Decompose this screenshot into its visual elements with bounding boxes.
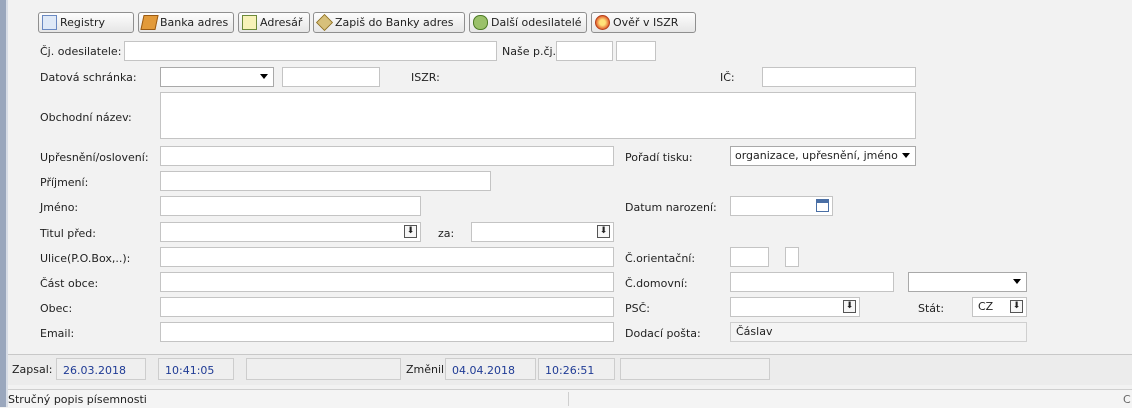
adresar-label: Adresář: [260, 16, 303, 29]
registry-label: Registry: [60, 16, 106, 29]
ulice-input[interactable]: [160, 247, 614, 267]
email-label: Email:: [40, 327, 75, 340]
prijmeni-label: Příjmení:: [40, 176, 89, 189]
c-orientacni-suffix-input[interactable]: [785, 247, 799, 267]
datum-narozeni-label: Datum narození:: [625, 201, 717, 214]
ic-label: IČ:: [720, 71, 735, 84]
chevron-down-icon: [902, 153, 910, 158]
cast-obce-input[interactable]: [160, 272, 614, 292]
c-orientacni-label: Č.orientační:: [625, 252, 696, 265]
address-book-icon: [140, 15, 159, 30]
left-border-inner: [6, 0, 8, 407]
poradi-tisku-label: Pořadí tisku:: [625, 151, 693, 164]
datova-schranka-select[interactable]: [160, 67, 274, 87]
nase-pcj-year-input[interactable]: [616, 41, 656, 61]
zapsal-date: 26.03.2018: [56, 358, 146, 380]
stat-input[interactable]: CZ ⬇: [972, 297, 1027, 317]
obchodni-nazev-label: Obchodní název:: [40, 111, 132, 124]
datum-narozeni-input[interactable]: [730, 196, 833, 216]
bottom-section: Stručný popis písemnosti C: [8, 389, 1132, 408]
dalsi-label: Další odesilatelé: [491, 16, 582, 29]
zapis-do-banky-button[interactable]: Zapiš do Banky adres: [313, 12, 465, 33]
obec-input[interactable]: [160, 297, 614, 317]
verify-icon: [595, 15, 610, 30]
zapis-label: Zapiš do Banky adres: [335, 16, 454, 29]
zmenil-date: 04.04.2018: [445, 358, 536, 380]
calendar-icon[interactable]: [816, 199, 829, 212]
datova-schranka-input[interactable]: [282, 67, 380, 87]
zapsal-user: [246, 358, 401, 380]
over-label: Ověř v ISZR: [613, 16, 679, 29]
download-arrow-icon[interactable]: ⬇: [597, 225, 610, 238]
c-orientacni-input[interactable]: [730, 247, 769, 267]
obchodni-nazev-input[interactable]: [160, 92, 916, 139]
prijmeni-input[interactable]: [160, 171, 491, 191]
download-arrow-icon[interactable]: ⬇: [1010, 300, 1023, 313]
stat-value: CZ: [978, 300, 994, 313]
cj-odesilatele-label: Čj. odesilatele:: [40, 45, 122, 58]
people-icon: [473, 15, 488, 30]
stat-label: Stát:: [918, 302, 945, 315]
titul-pred-input[interactable]: ⬇: [160, 222, 421, 242]
jmeno-label: Jméno:: [40, 201, 79, 214]
zapsal-label: Zapsal:: [12, 363, 53, 376]
over-v-iszr-button[interactable]: Ověř v ISZR: [591, 12, 696, 33]
download-arrow-icon[interactable]: ⬇: [404, 225, 417, 238]
zmenil-time: 10:26:51: [538, 358, 615, 380]
ulice-label: Ulice(P.O.Box,..):: [40, 252, 131, 265]
dodaci-posta-value: Čáslav: [736, 325, 773, 338]
book-icon: [242, 15, 257, 30]
nase-pcj-input[interactable]: [556, 41, 613, 61]
sender-form-panel: Registry Banka adres Adresář Zapiš do Ba…: [14, 0, 1132, 354]
iszr-label: ISZR:: [411, 71, 440, 84]
audit-footer: Zapsal: 26.03.2018 10:41:05 Změnil: 04.0…: [8, 355, 1132, 385]
upresneni-label: Upřesnění/oslovení:: [40, 151, 149, 164]
c-domovni-type-select[interactable]: [908, 272, 1027, 292]
dalsi-odesilatele-button[interactable]: Další odesilatelé: [469, 12, 587, 33]
upresneni-input[interactable]: [160, 146, 614, 166]
email-input[interactable]: [160, 322, 614, 342]
za-label: za:: [438, 227, 455, 240]
registry-button[interactable]: Registry: [38, 12, 134, 33]
nase-pcj-label: Naše p.čj.:: [502, 45, 560, 58]
dodaci-posta-field: Čáslav: [730, 322, 1027, 342]
ic-input[interactable]: [762, 67, 916, 87]
obec-label: Obec:: [40, 302, 73, 315]
titul-za-input[interactable]: ⬇: [471, 222, 614, 242]
banka-adres-label: Banka adres: [160, 16, 229, 29]
c-domovni-label: Č.domovní:: [625, 277, 688, 290]
chevron-down-icon: [260, 74, 268, 79]
c-domovni-input[interactable]: [730, 272, 894, 292]
cj-odesilatele-input[interactable]: [124, 41, 497, 61]
registry-icon: [42, 15, 57, 30]
column-divider: [568, 392, 569, 406]
zmenil-user: [620, 358, 770, 380]
strucny-popis-label: Stručný popis písemnosti: [8, 393, 147, 406]
psc-label: PSČ:: [625, 302, 651, 315]
chevron-down-icon: [1013, 279, 1021, 284]
poradi-tisku-select[interactable]: organizace, upřesnění, jméno: [730, 146, 916, 166]
dodaci-posta-label: Dodací pošta:: [625, 327, 701, 340]
jmeno-input[interactable]: [160, 196, 421, 216]
adresar-button[interactable]: Adresář: [238, 12, 310, 33]
download-arrow-icon[interactable]: ⬇: [843, 300, 856, 313]
cast-obce-label: Část obce:: [40, 277, 99, 290]
pencil-icon: [316, 14, 333, 31]
zmenil-label: Změnil:: [406, 363, 448, 376]
zapsal-time: 10:41:05: [158, 358, 234, 380]
poradi-tisku-value: organizace, upřesnění, jméno: [735, 149, 898, 162]
psc-input[interactable]: ⬇: [730, 297, 860, 317]
titul-pred-label: Titul před:: [40, 227, 96, 240]
datova-schranka-label: Datová schránka:: [40, 71, 137, 84]
right-edge-text: C: [1123, 393, 1131, 406]
banka-adres-button[interactable]: Banka adres: [138, 12, 234, 33]
